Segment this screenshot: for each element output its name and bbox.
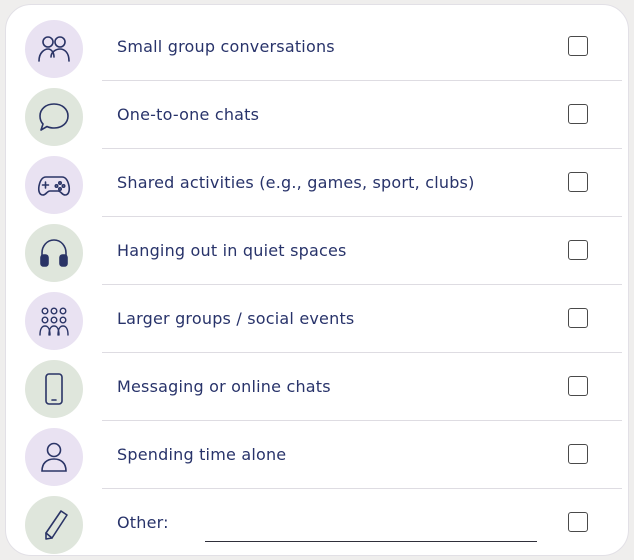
icon-circle [25,156,83,214]
icon-circle [25,88,83,146]
option-label: Messaging or online chats [117,377,331,396]
icon-circle [25,20,83,78]
option-checkbox[interactable] [568,240,588,260]
option-label: Other: [117,513,169,532]
option-checkbox[interactable] [568,512,588,532]
option-row-one-to-one[interactable]: One-to-one chats [6,81,630,149]
option-row-small-group[interactable]: Small group conversations [6,13,630,81]
option-label: One-to-one chats [117,105,260,124]
smartphone-icon [45,373,63,405]
preferences-checklist-card: Small group conversations One-to-one cha… [5,4,629,556]
pencil-icon [45,510,68,540]
option-row-time-alone[interactable]: Spending time alone [6,421,630,489]
icon-circle [25,224,83,282]
game-controller-icon [37,176,71,196]
icon-circle [25,496,83,554]
option-checkbox[interactable] [568,172,588,192]
option-checkbox[interactable] [568,36,588,56]
option-checkbox[interactable] [568,308,588,328]
icon-circle [25,428,83,486]
option-label: Hanging out in quiet spaces [117,241,347,260]
option-row-messaging[interactable]: Messaging or online chats [6,353,630,421]
option-label: Larger groups / social events [117,309,355,328]
speech-bubble-icon [39,103,69,131]
option-row-shared-activities[interactable]: Shared activities (e.g., games, sport, c… [6,149,630,217]
two-people-icon [38,36,70,62]
option-label: Small group conversations [117,37,335,56]
icon-circle [25,292,83,350]
option-row-quiet-spaces[interactable]: Hanging out in quiet spaces [6,217,630,285]
crowd-icon [39,307,69,336]
option-row-other[interactable]: Other: [6,489,630,557]
option-checkbox[interactable] [568,376,588,396]
icon-circle [25,360,83,418]
headphones-icon [40,239,68,267]
option-checkbox[interactable] [568,444,588,464]
single-person-icon [41,442,67,472]
option-label: Shared activities (e.g., games, sport, c… [117,173,475,192]
option-checkbox[interactable] [568,104,588,124]
option-label: Spending time alone [117,445,287,464]
other-text-field[interactable] [205,541,537,542]
option-row-larger-groups[interactable]: Larger groups / social events [6,285,630,353]
